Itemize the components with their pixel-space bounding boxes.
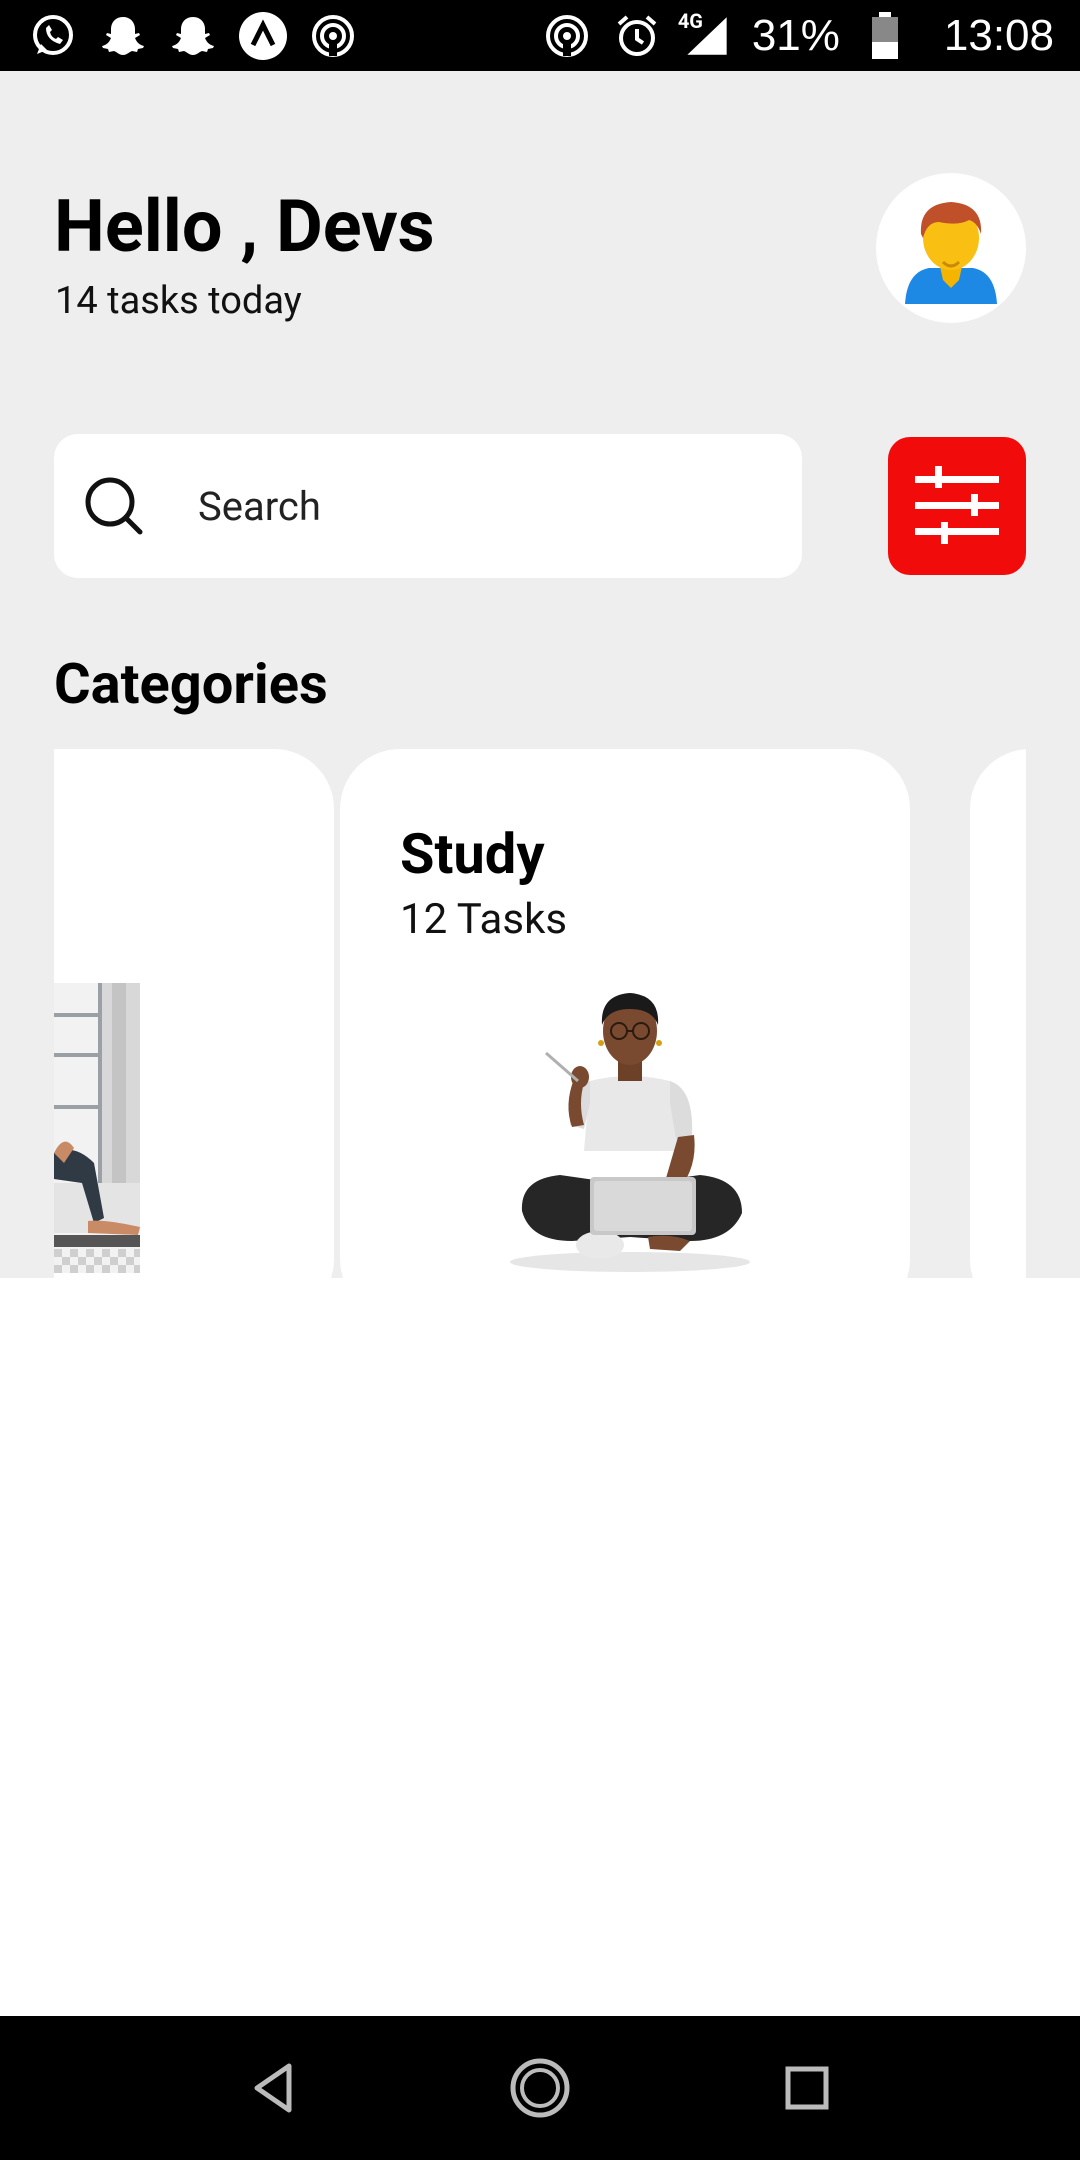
battery-icon: [860, 11, 910, 61]
alarm-icon: [612, 11, 662, 61]
category-card[interactable]: [54, 749, 334, 1319]
back-triangle-icon: [254, 2063, 292, 2113]
filter-button[interactable]: [888, 437, 1026, 575]
recents-button[interactable]: [767, 2048, 847, 2128]
network-type-label: 4G: [677, 8, 703, 33]
signal-icon: 4G: [678, 9, 732, 61]
yoga-illustration: [54, 983, 140, 1273]
hotspot-icon: [308, 11, 358, 61]
snapchat-icon: [168, 11, 218, 61]
hotspot-icon: [542, 11, 592, 61]
category-card[interactable]: [970, 749, 1026, 1319]
system-icons: 4G 31% 13:08: [542, 9, 1054, 61]
clock: 13:08: [943, 10, 1054, 60]
greeting-title: Hello , Devs: [54, 184, 435, 269]
category-title: Study: [400, 821, 545, 887]
back-button[interactable]: [233, 2048, 313, 2128]
search-icon: [85, 477, 143, 535]
home-content: Hello , Devs 14 tasks today Categories: [0, 71, 1080, 1319]
categories-heading: Categories: [54, 651, 328, 717]
user-avatar-icon: [905, 202, 997, 304]
status-bar: 4G 31% 13:08: [0, 0, 1080, 71]
task-count-subtitle: 14 tasks today: [55, 279, 302, 323]
sliders-icon: [915, 466, 999, 544]
category-task-count: 12 Tasks: [400, 895, 568, 944]
search-input[interactable]: [198, 482, 738, 530]
category-card-study[interactable]: Study 12 Tasks: [340, 749, 910, 1319]
battery-percent: 31%: [751, 10, 840, 60]
categories-carousel[interactable]: Study 12 Tasks: [54, 749, 1026, 1319]
avatar[interactable]: [876, 173, 1026, 323]
recents-square-icon: [785, 2066, 829, 2110]
whatsapp-icon: [28, 11, 78, 61]
navigation-bar: [0, 2016, 1080, 2160]
home-button[interactable]: [500, 2048, 580, 2128]
notification-icons: [28, 11, 358, 61]
home-circle-icon: [510, 2058, 570, 2118]
app-logo-icon: [238, 11, 288, 61]
person-with-laptop-illustration: [510, 993, 750, 1272]
search-bar[interactable]: [54, 434, 802, 578]
snapchat-icon: [98, 11, 148, 61]
